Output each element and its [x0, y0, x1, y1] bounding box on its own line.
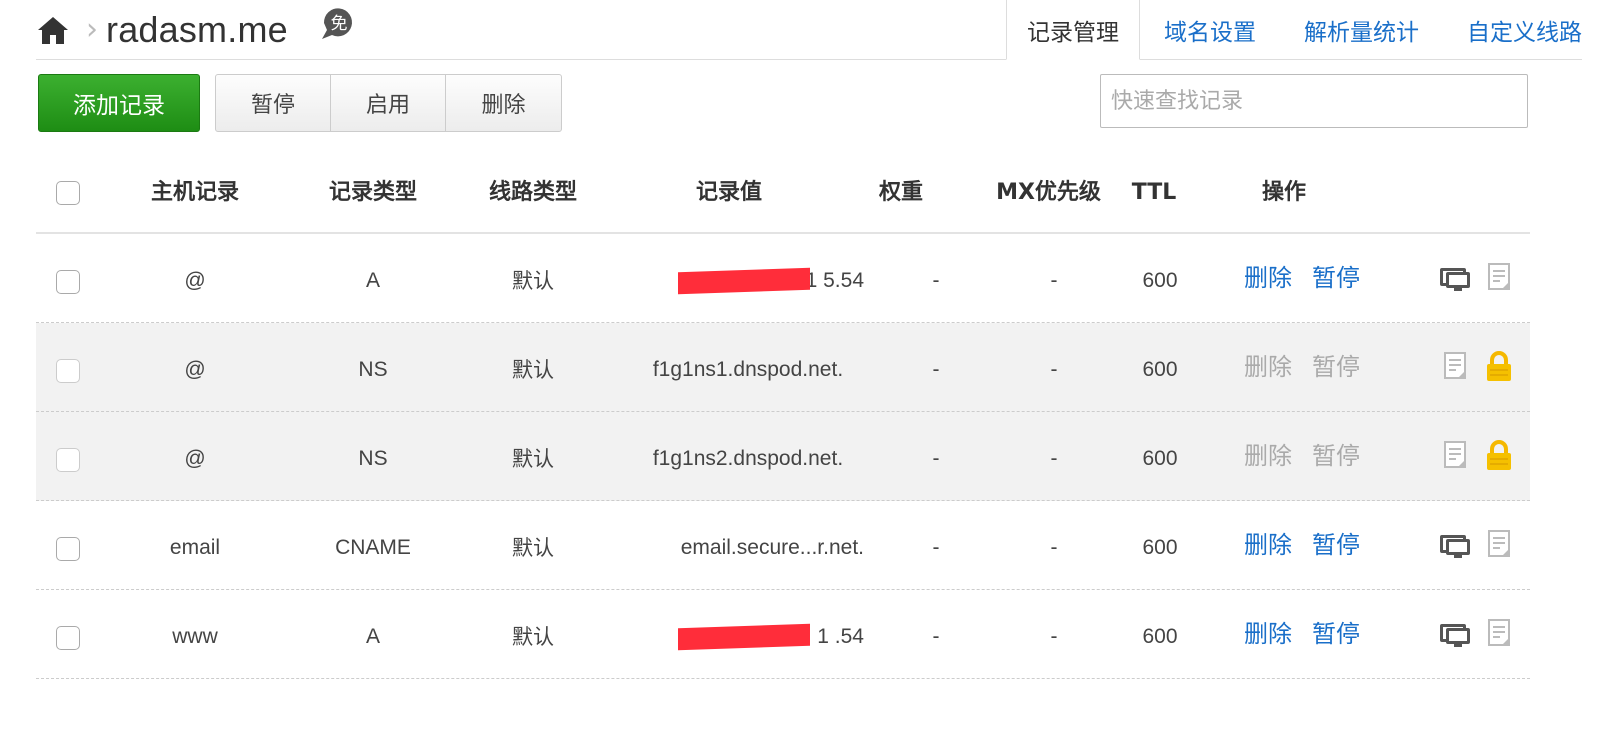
bulk-action-group: 暂停 启用 删除 [215, 74, 562, 132]
lock-icon [1484, 351, 1518, 383]
note-icon[interactable] [1486, 262, 1520, 294]
cell-value: f1g1ns2.dnspod.net. [652, 447, 844, 470]
cell-type: A [365, 269, 380, 292]
table-row: @ NS 默认 f1g1ns1.dnspod.net. - - 600 删除 暂停 [36, 323, 1530, 412]
cell-weight: - [932, 536, 940, 559]
row-delete-link: 删除 [1244, 442, 1292, 470]
cell-ttl: 600 [1142, 358, 1178, 381]
cell-line: 默认 [512, 625, 554, 649]
col-weight: 权重 [878, 180, 923, 205]
monitor-icon[interactable] [1438, 529, 1472, 561]
tab-custom-lines[interactable]: 自定义线路 [1443, 0, 1582, 60]
row-delete-link[interactable]: 删除 [1244, 501, 1292, 590]
cell-line: 默认 [512, 269, 554, 293]
cell-ttl: 600 [1142, 447, 1178, 470]
tab-domain-settings[interactable]: 域名设置 [1140, 0, 1280, 60]
records-table: 主机记录 记录类型 线路类型 记录值 权重 MX优先级 TTL 操作 @ A 默认 1… [36, 152, 1530, 679]
row-pause-link[interactable]: 暂停 [1312, 501, 1360, 590]
cell-line: 默认 [512, 358, 554, 382]
delete-button[interactable]: 删除 [446, 75, 561, 131]
cell-type: NS [358, 358, 388, 381]
row-checkbox[interactable] [56, 270, 80, 294]
cell-host: @ [184, 447, 206, 470]
note-icon [1442, 351, 1476, 383]
cell-mx-priority: - [1050, 269, 1058, 292]
cell-mx-priority: - [1050, 625, 1058, 648]
select-all-checkbox[interactable] [56, 181, 80, 205]
col-value: 记录值 [695, 180, 762, 205]
table-row: www A 默认 1 .54- -600 删除 暂停 [36, 590, 1530, 679]
row-delete-link: 删除 [1244, 353, 1292, 381]
row-delete-link[interactable]: 删除 [1244, 590, 1292, 679]
cell-weight: - [932, 358, 940, 381]
cell-weight: - [932, 269, 940, 292]
row-checkbox[interactable] [56, 537, 80, 561]
row-pause-link: 暂停 [1312, 442, 1360, 470]
col-actions: 操作 [1261, 180, 1306, 205]
note-icon[interactable] [1486, 618, 1520, 650]
home-icon[interactable] [36, 14, 70, 46]
cell-ttl: 600 [1142, 269, 1178, 292]
table-row: email CNAME 默认 email.secure...r.net. - - 600 删除… [36, 501, 1530, 590]
cell-value: email.secure...r.net. [680, 536, 864, 559]
breadcrumb: › radasm.me 免 [36, 8, 358, 52]
row-checkbox[interactable] [56, 359, 80, 383]
col-ttl: TTL [1131, 180, 1177, 205]
cell-weight: - [932, 447, 940, 470]
cell-host: email [169, 536, 221, 559]
cell-weight: - [932, 625, 940, 648]
note-icon[interactable] [1486, 529, 1520, 561]
cell-mx-priority: - [1050, 536, 1058, 559]
free-badge-icon: 免 [318, 3, 358, 43]
breadcrumb-separator-icon: › [86, 12, 98, 47]
cell-type: A [365, 625, 380, 648]
row-checkbox[interactable] [56, 626, 80, 650]
row-delete-link[interactable]: 删除 [1244, 234, 1292, 323]
redaction-mark [678, 623, 810, 651]
cell-line: 默认 [512, 536, 554, 560]
free-badge-text: 免 [330, 14, 347, 34]
cell-line: 默认 [512, 447, 554, 471]
cell-type: CNAME [335, 536, 411, 559]
cell-mx-priority: - [1050, 447, 1058, 470]
top-tabs: 记录管理 域名设置 解析量统计 自定义线路 [1006, 0, 1582, 60]
row-pause-link[interactable]: 暂停 [1312, 590, 1360, 679]
redaction-mark [678, 267, 810, 295]
enable-button[interactable]: 启用 [331, 75, 446, 131]
search-input[interactable] [1100, 74, 1528, 128]
row-pause-link: 暂停 [1312, 353, 1360, 381]
cell-mx-priority: - [1050, 358, 1058, 381]
domain-name: radasm.me [106, 9, 288, 50]
lock-icon [1484, 440, 1518, 472]
cell-ttl: 600 [1142, 536, 1178, 559]
tab-record-management[interactable]: 记录管理 [1006, 0, 1140, 60]
cell-value: f1g1ns1.dnspod.net. [652, 358, 844, 381]
tab-resolution-stats[interactable]: 解析量统计 [1280, 0, 1443, 60]
note-icon [1442, 440, 1476, 472]
row-checkbox[interactable] [56, 448, 80, 472]
table-row: @ A 默认 1 5.54- -600 删除 暂停 [36, 234, 1530, 323]
cell-host: @ [184, 269, 206, 292]
col-host: 主机记录 [150, 180, 239, 205]
table-header: 主机记录 记录类型 线路类型 记录值 权重 MX优先级 TTL 操作 [36, 152, 1530, 234]
add-record-button[interactable]: 添加记录 [38, 74, 200, 132]
table-body: @ A 默认 1 5.54- -600 删除 暂停 @ NS 默认 f1g1ns1.dnspod.n… [36, 234, 1530, 679]
monitor-icon[interactable] [1438, 618, 1472, 650]
col-type: 记录类型 [328, 180, 417, 205]
row-pause-link[interactable]: 暂停 [1312, 234, 1360, 323]
col-line: 线路类型 [488, 180, 577, 205]
cell-ttl: 600 [1142, 625, 1178, 648]
cell-host: @ [184, 358, 206, 381]
cell-host: www [172, 625, 218, 648]
table-row: @ NS 默认 f1g1ns2.dnspod.net. - - 600 删除 暂停 [36, 412, 1530, 501]
monitor-icon[interactable] [1438, 262, 1472, 294]
cell-type: NS [358, 447, 388, 470]
pause-button[interactable]: 暂停 [216, 75, 331, 131]
col-mx-priority: MX优先级 [996, 180, 1101, 205]
